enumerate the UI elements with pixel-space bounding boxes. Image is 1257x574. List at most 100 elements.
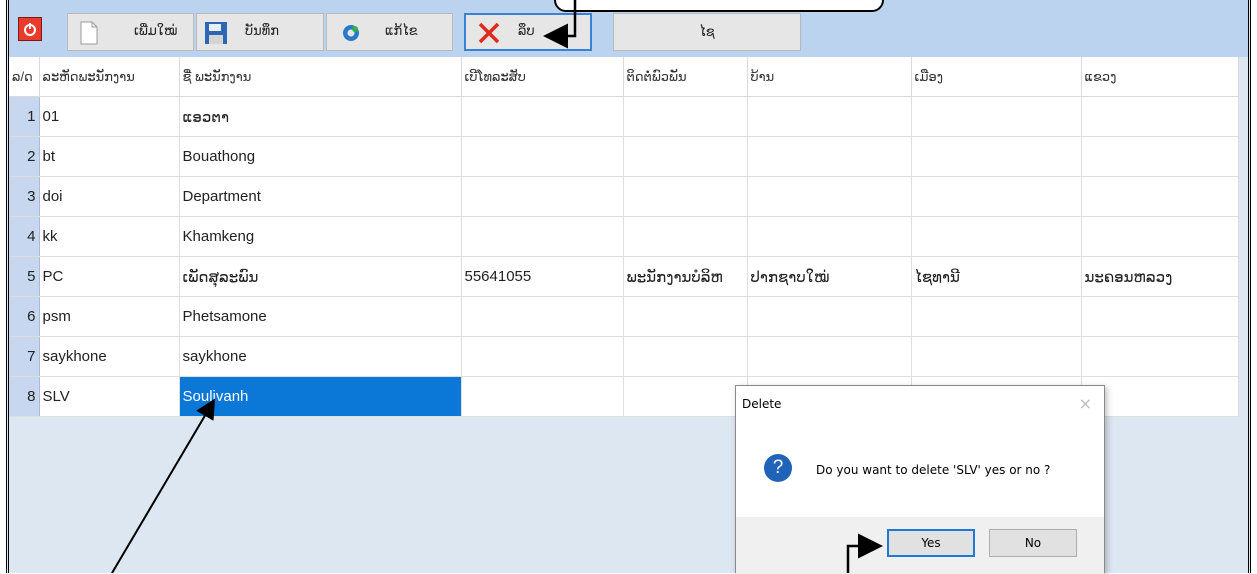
red-x-icon <box>477 21 501 49</box>
column-header[interactable]: ເມືອງ <box>911 57 1082 97</box>
table-cell[interactable] <box>1081 176 1239 217</box>
table-row[interactable]: 3 doi Department <box>9 176 1239 217</box>
table-cell[interactable] <box>461 336 624 377</box>
close-icon[interactable]: × <box>1079 394 1092 413</box>
table-cell[interactable]: ນະຄອນຫລວງ <box>1081 256 1239 297</box>
table-cell[interactable]: ໄຊທານີ <box>911 256 1082 297</box>
callout-box <box>554 0 884 12</box>
column-header[interactable]: ລ/ດ <box>9 57 40 97</box>
row-number: 2 <box>9 136 40 177</box>
delete-button-label: ລຶບ <box>518 24 535 39</box>
table-cell[interactable] <box>461 296 624 337</box>
table-cell[interactable]: ແອວຕາ <box>179 96 462 137</box>
save-button-label: ບັນທຶກ <box>245 24 279 39</box>
table-cell[interactable]: saykhone <box>39 336 180 377</box>
table-cell[interactable]: Khamkeng <box>179 216 462 257</box>
row-number: 7 <box>9 336 40 377</box>
table-cell[interactable]: Bouathong <box>179 136 462 177</box>
table-cell[interactable] <box>1081 96 1239 137</box>
table-cell[interactable] <box>911 336 1082 377</box>
table-cell[interactable] <box>911 96 1082 137</box>
column-header[interactable]: ຕິດຕໍ່ພົວພັນ <box>623 57 748 97</box>
app-window: ເພີ່ມໃໝ່ ບັນທຶກ ແກ້ໄຂ ລຶບ ໄຊ ລ/ດ ລະຫັດພະ… <box>6 0 1251 574</box>
new-button-label: ເພີ່ມໃໝ່ <box>134 24 178 39</box>
table-cell[interactable]: psm <box>39 296 180 337</box>
new-button[interactable]: ເພີ່ມໃໝ່ <box>67 13 194 51</box>
table-cell[interactable] <box>911 296 1082 337</box>
column-header[interactable]: ເບີໂທລະສັບ <box>461 57 624 97</box>
table-cell[interactable] <box>623 96 748 137</box>
table-cell[interactable] <box>911 176 1082 217</box>
dialog-message: Do you want to delete 'SLV' yes or no ? <box>816 463 1051 477</box>
row-number: 1 <box>9 96 40 137</box>
table-cell[interactable] <box>1081 296 1239 337</box>
table-cell[interactable] <box>623 136 748 177</box>
gear-icon <box>341 23 361 47</box>
row-number: 6 <box>9 296 40 337</box>
table-cell[interactable]: Phetsamone <box>179 296 462 337</box>
table-cell[interactable]: Department <box>179 176 462 217</box>
table-row[interactable]: 6 psm Phetsamone <box>9 296 1239 337</box>
column-header[interactable]: ບ້ານ <box>747 57 912 97</box>
table-cell[interactable] <box>623 216 748 257</box>
column-header[interactable]: ຊື່ ພະນັກງານ <box>179 57 462 97</box>
table-cell[interactable] <box>1081 336 1239 377</box>
employee-table: ລ/ດ ລະຫັດພະນັກງານ ຊື່ ພະນັກງານ ເບີໂທລະສັ… <box>9 57 1239 417</box>
table-cell[interactable] <box>623 296 748 337</box>
table-cell[interactable]: saykhone <box>179 336 462 377</box>
table-row[interactable]: 7 saykhone saykhone <box>9 336 1239 377</box>
table-row[interactable]: 2 bt Bouathong <box>9 136 1239 177</box>
row-number: 4 <box>9 216 40 257</box>
table-cell[interactable] <box>911 136 1082 177</box>
table-cell[interactable]: SLV <box>39 376 180 417</box>
delete-button[interactable]: ລຶບ <box>464 13 592 51</box>
table-cell[interactable]: doi <box>39 176 180 217</box>
table-cell[interactable] <box>623 376 748 417</box>
select-button[interactable]: ໄຊ <box>613 13 801 51</box>
table-cell[interactable] <box>461 376 624 417</box>
table-cell[interactable] <box>623 176 748 217</box>
delete-dialog: Delete × ? Do you want to delete 'SLV' y… <box>735 385 1105 574</box>
column-header[interactable]: ລະຫັດພະນັກງານ <box>39 57 180 97</box>
select-button-label: ໄຊ <box>699 24 715 40</box>
table-cell[interactable] <box>461 176 624 217</box>
row-number: 5 <box>9 256 40 297</box>
table-cell[interactable] <box>747 336 912 377</box>
table-cell[interactable] <box>623 336 748 377</box>
selected-cell[interactable]: Soulivanh <box>179 376 462 417</box>
no-button[interactable]: No <box>989 529 1077 557</box>
table-cell[interactable] <box>461 216 624 257</box>
table-cell[interactable]: 55641055 <box>461 256 624 297</box>
table-cell[interactable]: kk <box>39 216 180 257</box>
table-cell[interactable] <box>747 176 912 217</box>
table-cell[interactable] <box>747 296 912 337</box>
edit-button-label: ແກ້ໄຂ <box>385 24 418 39</box>
dialog-title: Delete <box>742 397 782 411</box>
yes-button[interactable]: Yes <box>887 529 975 557</box>
table-cell[interactable] <box>747 136 912 177</box>
table-cell[interactable]: ພະນັກງານບໍລິຫ <box>623 256 748 297</box>
save-button[interactable]: ບັນທຶກ <box>196 13 324 51</box>
floppy-disk-icon <box>204 21 228 49</box>
table-cell[interactable] <box>1081 136 1239 177</box>
table-cell[interactable]: ປາກຊາບໃໝ່ <box>747 256 912 297</box>
table-cell[interactable] <box>747 216 912 257</box>
table-row[interactable]: 5 PC ເພັດສຸລະພົນ 55641055 ພະນັກງານບໍລິຫ … <box>9 256 1239 297</box>
table-cell[interactable]: PC <box>39 256 180 297</box>
table-row[interactable]: 4 kk Khamkeng <box>9 216 1239 257</box>
table-cell[interactable] <box>911 216 1082 257</box>
edit-button[interactable]: ແກ້ໄຂ <box>326 13 453 51</box>
table-header-row: ລ/ດ ລະຫັດພະນັກງານ ຊື່ ພະນັກງານ ເບີໂທລະສັ… <box>9 57 1239 97</box>
table-cell[interactable] <box>461 96 624 137</box>
column-header[interactable]: ແຂວງ <box>1081 57 1239 97</box>
table-row[interactable]: 1 01 ແອວຕາ <box>9 96 1239 137</box>
table-cell[interactable]: 01 <box>39 96 180 137</box>
new-document-icon <box>80 21 98 49</box>
power-icon[interactable] <box>18 17 42 41</box>
table-cell[interactable]: ເພັດສຸລະພົນ <box>179 256 462 297</box>
table-cell[interactable] <box>747 96 912 137</box>
table-cell[interactable] <box>1081 216 1239 257</box>
table-cell[interactable]: bt <box>39 136 180 177</box>
table-cell[interactable] <box>461 136 624 177</box>
row-number: 8 <box>9 376 40 417</box>
